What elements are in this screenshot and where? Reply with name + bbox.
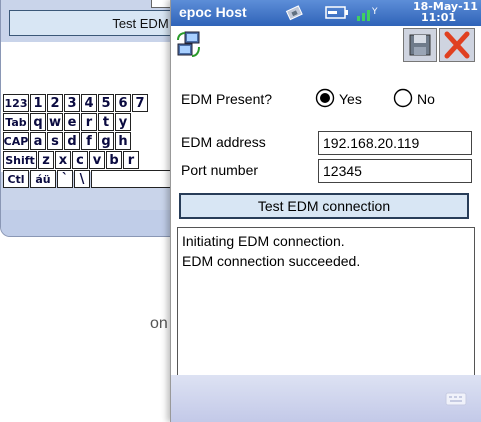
keyboard-key[interactable]: a: [30, 132, 46, 150]
keyboard-key[interactable]: y: [115, 113, 131, 131]
keyboard-key[interactable]: 4: [81, 94, 97, 112]
keyboard-key[interactable]: g: [98, 132, 114, 150]
keyboard-key[interactable]: 7: [132, 94, 148, 112]
keyboard-key[interactable]: v: [89, 151, 105, 169]
keyboard-key[interactable]: c: [72, 151, 88, 169]
date-time-display[interactable]: 18-May-11 11:01: [413, 1, 478, 23]
close-button[interactable]: [439, 28, 475, 62]
radio-no-label[interactable]: No: [417, 91, 435, 107]
keyboard-icon[interactable]: [445, 392, 467, 406]
keyboard-key[interactable]: q: [30, 113, 46, 131]
keyboard-key[interactable]: 1: [30, 94, 46, 112]
keyboard-key[interactable]: x: [55, 151, 71, 169]
epoc-host-window: epoc Host Y 18-May-11 11:01 EDM Present?…: [170, 0, 481, 422]
connectivity-icon[interactable]: [285, 3, 305, 23]
keyboard-key[interactable]: f: [81, 132, 97, 150]
toolbar: [171, 26, 481, 71]
keyboard-key[interactable]: Ctl: [3, 170, 29, 188]
radio-yes[interactable]: [315, 88, 335, 113]
title-bar: epoc Host Y 18-May-11 11:01: [171, 0, 481, 26]
log-line: Initiating EDM connection.: [182, 233, 345, 249]
keyboard-key[interactable]: 3: [64, 94, 80, 112]
keyboard-key[interactable]: r: [123, 151, 139, 169]
log-line: EDM connection succeeded.: [182, 253, 361, 269]
radio-yes-label[interactable]: Yes: [339, 91, 362, 107]
keyboard-key[interactable]: \: [74, 170, 90, 188]
sync-computers-icon[interactable]: [175, 30, 203, 60]
time-text: 11:01: [421, 11, 457, 24]
red-x-icon: [444, 31, 470, 59]
keyboard-key[interactable]: CAP: [3, 132, 29, 150]
keyboard-key[interactable]: z: [38, 151, 54, 169]
keyboard-key[interactable]: 6: [115, 94, 131, 112]
signal-strength-icon[interactable]: Y: [355, 4, 381, 22]
bottom-menu-bar: [171, 375, 481, 422]
keyboard-key[interactable]: r: [81, 113, 97, 131]
keyboard-key[interactable]: s: [47, 132, 63, 150]
keyboard-key[interactable]: t: [98, 113, 114, 131]
keyboard-key[interactable]: e: [64, 113, 80, 131]
keyboard-key[interactable]: w: [47, 113, 63, 131]
keyboard-key[interactable]: Tab: [3, 113, 29, 131]
keyboard-key[interactable]: 2: [47, 94, 63, 112]
keyboard-key[interactable]: 123: [3, 94, 29, 112]
port-number-field[interactable]: 12345: [318, 159, 472, 183]
edm-address-field[interactable]: 192.168.20.119: [318, 131, 472, 155]
edm-present-label: EDM Present?: [181, 91, 273, 107]
radio-no[interactable]: [393, 88, 413, 113]
keyboard-key[interactable]: áü: [30, 170, 56, 188]
edm-address-label: EDM address: [181, 134, 266, 150]
port-number-label: Port number: [181, 162, 259, 178]
keyboard-key[interactable]: b: [106, 151, 122, 169]
battery-connection-icon[interactable]: [325, 6, 349, 20]
keyboard-key[interactable]: `: [57, 170, 73, 188]
radio-yes-circle[interactable]: [315, 88, 335, 108]
floppy-disk-icon: [409, 34, 431, 56]
svg-text:Y: Y: [371, 7, 378, 17]
keyboard-key[interactable]: 5: [98, 94, 114, 112]
test-edm-connection-button[interactable]: Test EDM connection: [179, 193, 469, 219]
save-button[interactable]: [403, 28, 437, 62]
keyboard-key[interactable]: d: [64, 132, 80, 150]
keyboard-key[interactable]: h: [115, 132, 131, 150]
keyboard-key[interactable]: Shift: [3, 151, 37, 169]
app-title: epoc Host: [179, 4, 247, 20]
radio-no-circle[interactable]: [393, 88, 413, 108]
